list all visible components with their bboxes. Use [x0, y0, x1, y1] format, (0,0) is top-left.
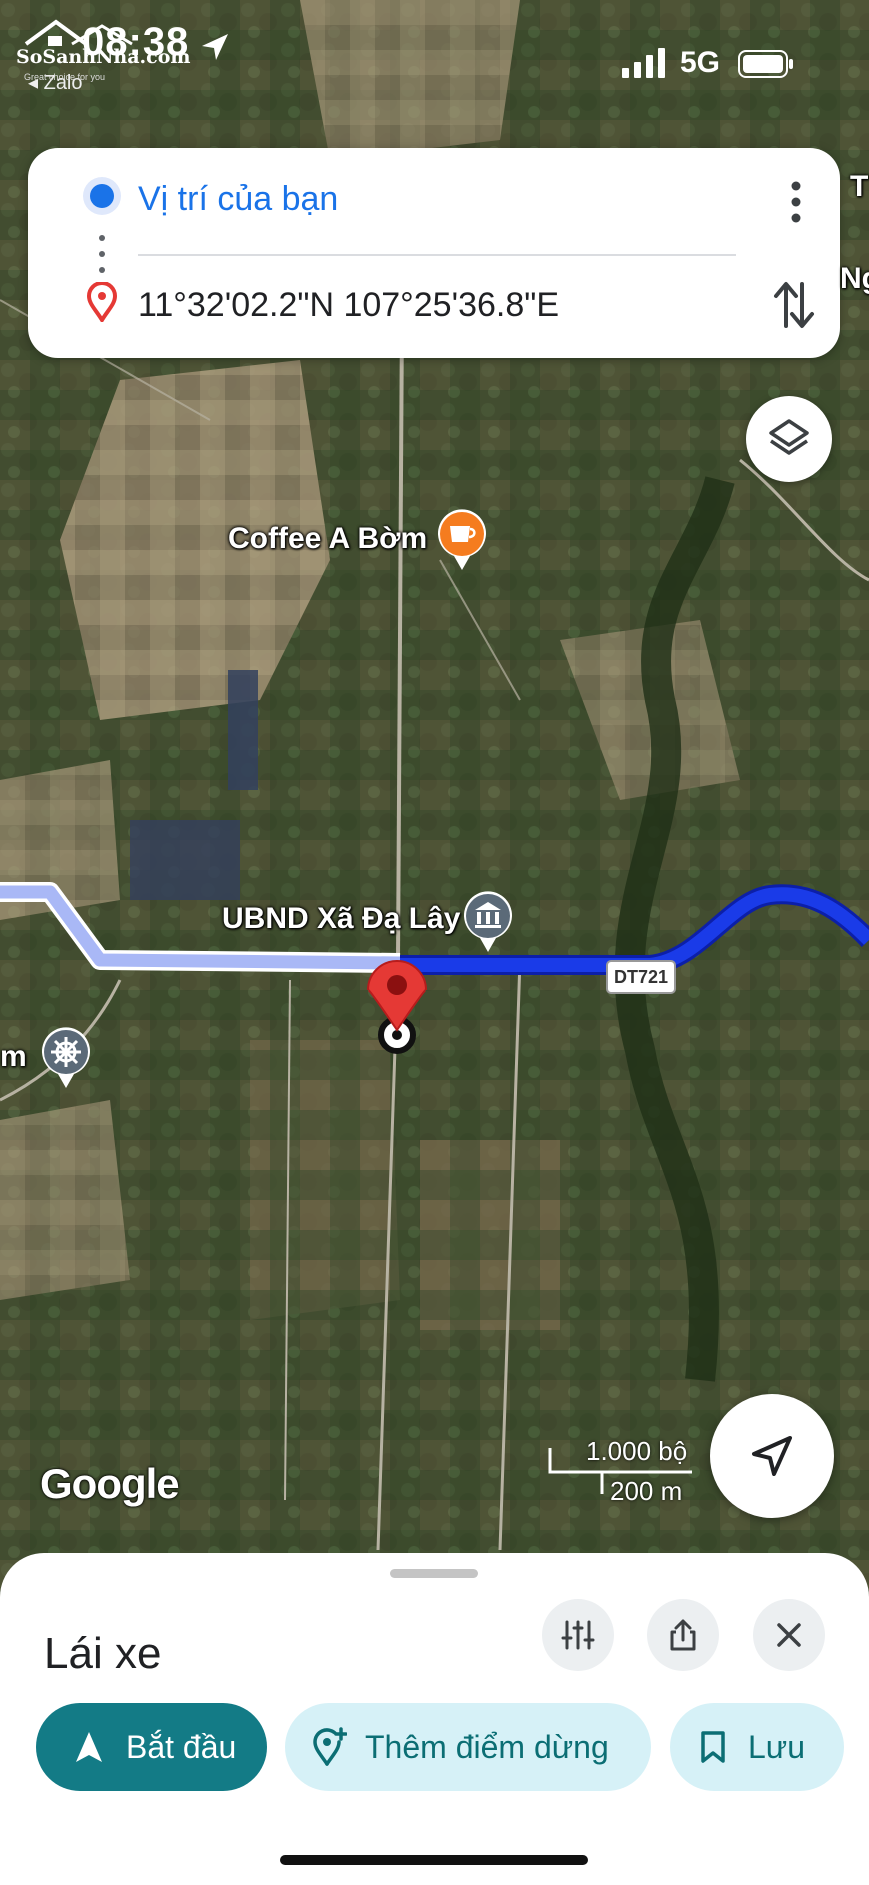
directions-card: Vị trí của bạn 11°32'02.2"N 107°25'36.8"…	[28, 148, 840, 358]
destination-field[interactable]: 11°32'02.2"N 107°25'36.8"E	[138, 286, 559, 325]
destination-marker-icon	[86, 282, 118, 322]
home-indicator[interactable]	[280, 1855, 588, 1865]
navigation-arrow-icon	[752, 1436, 792, 1476]
origin-dot-icon	[90, 184, 114, 208]
watermark-brand: SoSanhNha.com	[16, 46, 191, 68]
start-navigation-button[interactable]: Bắt đầu	[36, 1703, 267, 1791]
swap-directions-icon[interactable]	[772, 278, 816, 332]
route-dots-icon	[99, 235, 105, 273]
share-icon	[670, 1619, 696, 1651]
close-button[interactable]	[753, 1599, 825, 1671]
layers-button[interactable]	[746, 396, 832, 482]
save-button[interactable]: Lưu	[670, 1703, 844, 1791]
more-options-icon[interactable]	[780, 178, 812, 226]
scale-metric: 200 m	[610, 1476, 683, 1506]
travel-mode-title: Lái xe	[44, 1629, 162, 1678]
sheet-drag-handle[interactable]	[390, 1569, 478, 1578]
battery-icon	[738, 50, 793, 78]
start-label: Bắt đầu	[126, 1728, 237, 1765]
coffee-cup-icon[interactable]	[436, 508, 488, 572]
close-icon	[777, 1623, 801, 1647]
google-logo: Google	[40, 1460, 180, 1507]
signal-bars-icon	[622, 48, 665, 78]
card-divider	[138, 254, 736, 256]
scale-imperial: 1.000 bộ	[586, 1436, 688, 1466]
add-location-icon	[313, 1727, 347, 1766]
sliders-icon	[561, 1620, 595, 1650]
navigation-start-icon	[76, 1732, 102, 1762]
route-options-button[interactable]	[542, 1599, 614, 1671]
watermark-logo: SoSanhNha.com Great choice for you	[6, 14, 191, 84]
road-label: DT721	[606, 960, 676, 994]
house-roof-icon	[24, 19, 133, 46]
save-label: Lưu	[748, 1728, 806, 1765]
network-type: 5G	[680, 46, 721, 79]
add-stop-label: Thêm điểm dừng	[365, 1728, 609, 1765]
edge-label-1: T	[850, 170, 869, 203]
add-stop-button[interactable]: Thêm điểm dừng	[285, 1703, 651, 1791]
edge-label-2: Ng	[840, 262, 869, 295]
watermark-tagline: Great choice for you	[24, 72, 106, 82]
poi-ubnd-label[interactable]: UBND Xã Đạ Lây	[222, 902, 460, 936]
share-button[interactable]	[647, 1599, 719, 1671]
recenter-button[interactable]	[710, 1394, 834, 1518]
bottom-sheet: Lái xe Bắt đầu Thêm điểm dừng Lưu	[0, 1553, 869, 1885]
poi-left-label[interactable]: m	[0, 1040, 27, 1074]
origin-field[interactable]: Vị trí của bạn	[138, 180, 338, 219]
scale-bar: 1.000 bộ 200 m	[546, 1436, 696, 1506]
ship-wheel-icon[interactable]	[40, 1026, 92, 1090]
location-arrow-icon	[202, 34, 228, 60]
bookmark-icon	[701, 1731, 725, 1763]
poi-coffee-label[interactable]: Coffee A Bờm	[228, 522, 427, 556]
layers-icon	[769, 419, 809, 455]
government-building-icon[interactable]	[462, 890, 514, 954]
